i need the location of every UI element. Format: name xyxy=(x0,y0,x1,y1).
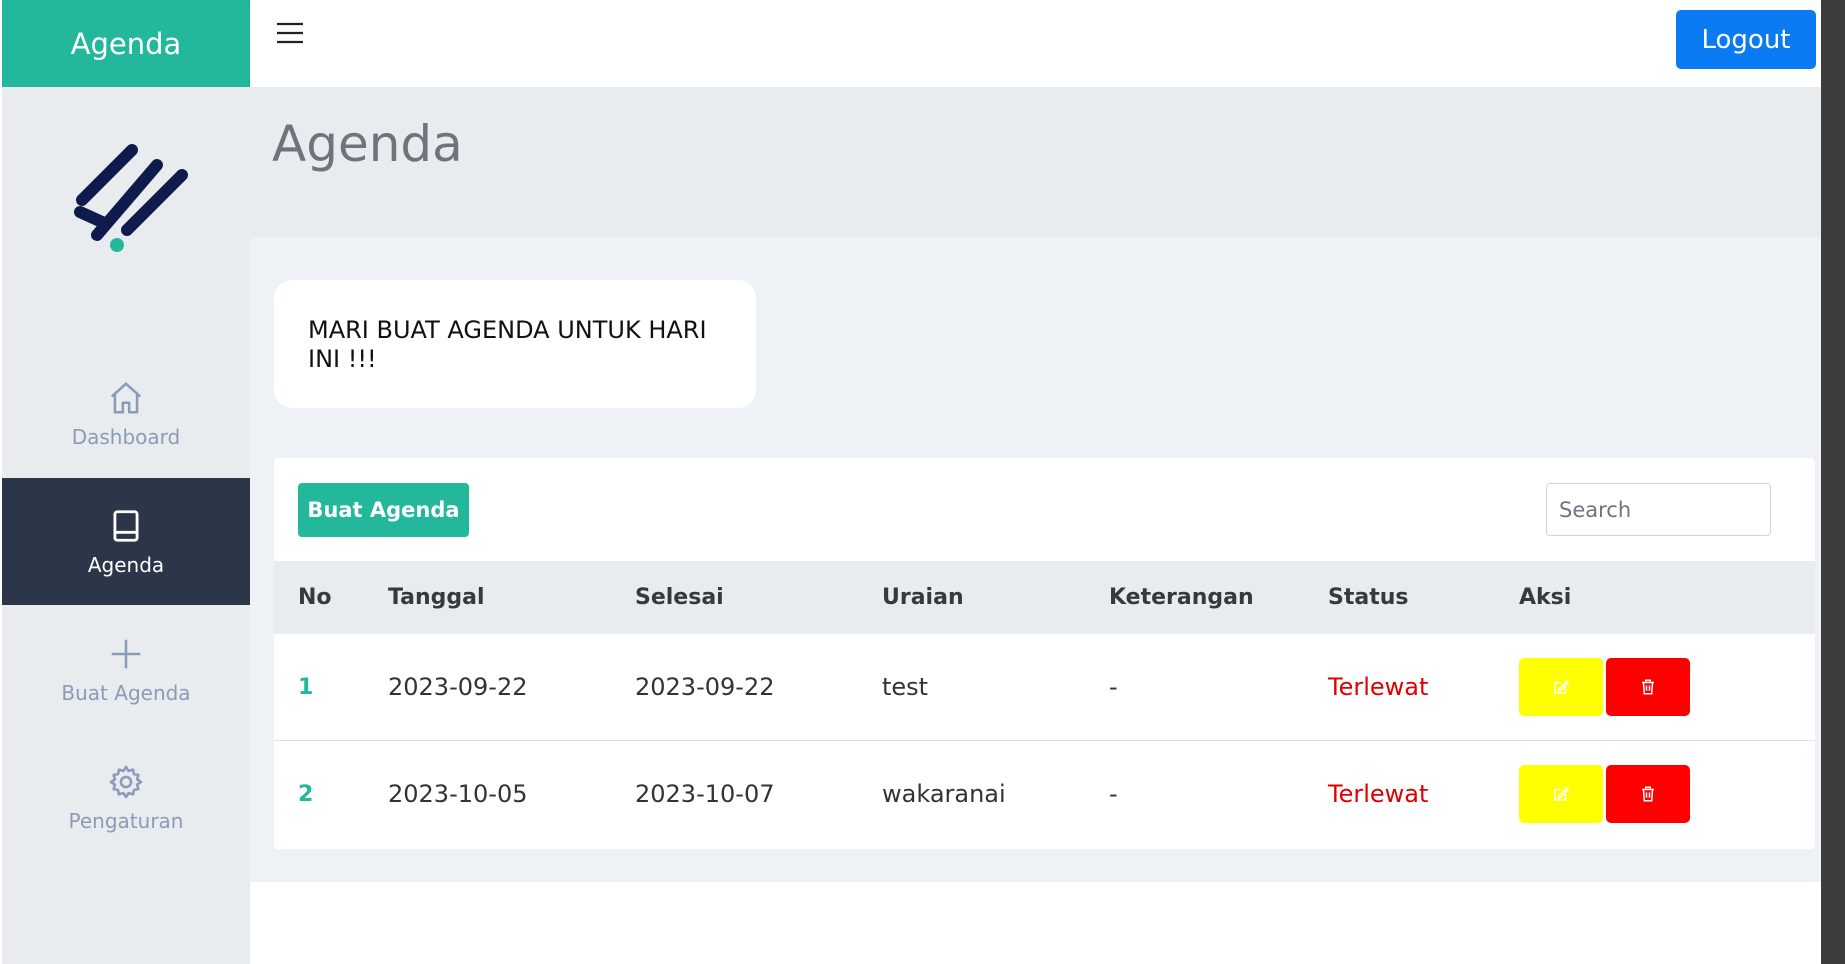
delete-button[interactable] xyxy=(1606,765,1690,823)
edit-icon xyxy=(1554,679,1570,694)
column-header-selesai: Selesai xyxy=(635,585,724,610)
column-header-status: Status xyxy=(1328,585,1409,610)
sidebar-item-label: Buat Agenda xyxy=(61,680,191,705)
table-row: 1 2023-09-22 2023-09-22 test - Terlewat xyxy=(274,634,1815,741)
edit-button[interactable] xyxy=(1519,765,1603,823)
logout-button[interactable]: Logout xyxy=(1676,10,1816,69)
edit-button[interactable] xyxy=(1519,658,1603,716)
sidebar-item-label: Dashboard xyxy=(71,424,181,449)
table-row: 2 2023-10-05 2023-10-07 wakaranai - Terl… xyxy=(274,741,1815,848)
column-header-tanggal: Tanggal xyxy=(388,585,485,610)
cell-keterangan: - xyxy=(1109,673,1118,701)
top-bar: Logout xyxy=(250,0,1821,87)
sidebar-item-dashboard[interactable]: Dashboard xyxy=(2,350,250,477)
cell-selesai: 2023-09-22 xyxy=(635,673,775,701)
sidebar: Agenda Dashboard Agenda Buat Agenda Peng… xyxy=(2,0,250,964)
brand-logo xyxy=(74,144,188,252)
agenda-card: Buat Agenda No Tanggal Selesai Uraian Ke… xyxy=(274,458,1815,849)
cell-tanggal: 2023-10-05 xyxy=(388,780,528,808)
search-input[interactable] xyxy=(1546,483,1771,536)
delete-button[interactable] xyxy=(1606,658,1690,716)
create-agenda-button[interactable]: Buat Agenda xyxy=(298,483,469,537)
main-content: MARI BUAT AGENDA UNTUK HARI INI !!! Buat… xyxy=(250,237,1821,882)
table-header: No Tanggal Selesai Uraian Keterangan Sta… xyxy=(274,561,1815,634)
page-header: Agenda xyxy=(250,87,1821,237)
cell-tanggal: 2023-09-22 xyxy=(388,673,528,701)
column-header-keterangan: Keterangan xyxy=(1109,585,1254,610)
home-icon xyxy=(110,381,142,414)
trash-icon xyxy=(1642,679,1654,695)
cell-no: 2 xyxy=(298,782,314,807)
welcome-banner: MARI BUAT AGENDA UNTUK HARI INI !!! xyxy=(274,280,756,408)
gear-icon xyxy=(109,765,143,798)
status-badge: Terlewat xyxy=(1328,673,1429,701)
status-badge: Terlewat xyxy=(1328,780,1429,808)
page-title: Agenda xyxy=(272,115,463,173)
hamburger-icon[interactable] xyxy=(276,20,304,46)
column-header-uraian: Uraian xyxy=(882,585,964,610)
window-scrollbar[interactable] xyxy=(1821,0,1845,964)
column-header-aksi: Aksi xyxy=(1519,585,1572,610)
sidebar-item-agenda[interactable]: Agenda xyxy=(2,478,250,605)
sidebar-item-buat-agenda[interactable]: Buat Agenda xyxy=(2,606,250,733)
sidebar-item-pengaturan[interactable]: Pengaturan xyxy=(2,734,250,861)
column-header-no: No xyxy=(298,585,332,610)
cell-selesai: 2023-10-07 xyxy=(635,780,775,808)
sidebar-item-label: Pengaturan xyxy=(68,808,184,833)
edit-icon xyxy=(1554,786,1570,801)
cell-uraian: wakaranai xyxy=(882,780,1006,808)
cell-uraian: test xyxy=(882,673,929,701)
cell-keterangan: - xyxy=(1109,780,1118,808)
sidebar-item-label: Agenda xyxy=(87,552,165,577)
brand-title[interactable]: Agenda xyxy=(2,0,250,87)
book-icon xyxy=(113,509,139,542)
plus-icon xyxy=(111,639,141,668)
cell-no: 1 xyxy=(298,675,314,700)
trash-icon xyxy=(1642,786,1654,802)
